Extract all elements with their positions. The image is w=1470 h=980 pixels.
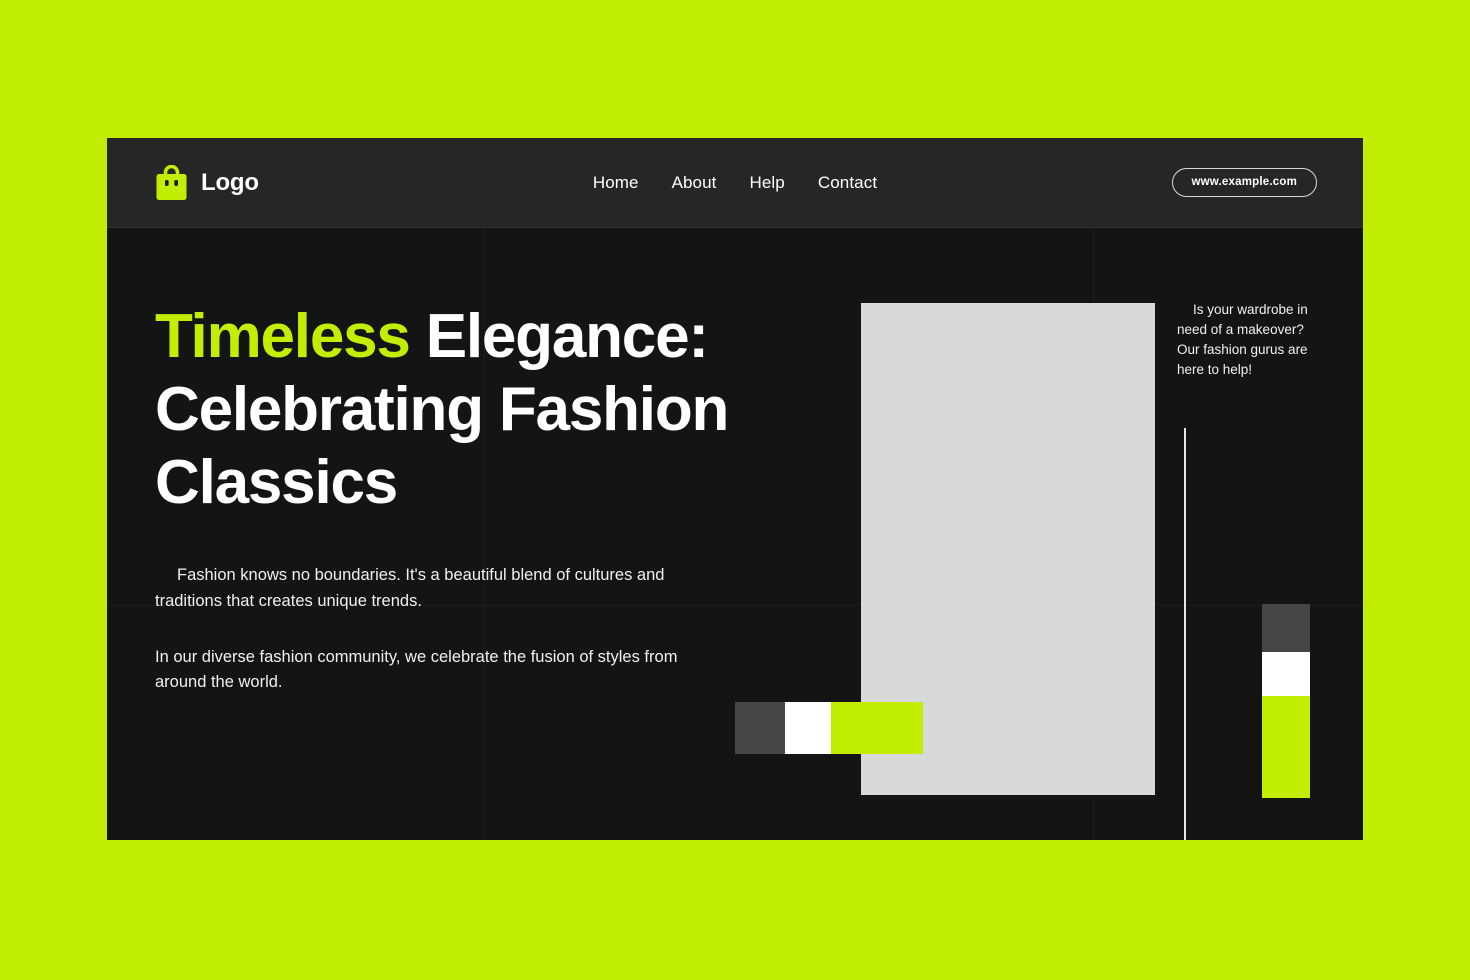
hero-paragraph-2: In our diverse fashion community, we cel…: [155, 647, 678, 692]
horizontal-swatch-bar: [735, 702, 923, 754]
swatch-green: [1262, 696, 1310, 798]
brand-name: Logo: [201, 168, 259, 196]
nav-item-contact[interactable]: Contact: [818, 173, 877, 193]
website-url-button[interactable]: www.example.com: [1171, 168, 1317, 197]
sidebar-note: Is your wardrobe in need of a makeover? …: [1177, 302, 1308, 377]
swatch-green: [831, 702, 923, 754]
swatch-white: [785, 702, 831, 754]
nav-item-help[interactable]: Help: [750, 173, 785, 193]
swatch-white: [1262, 652, 1310, 696]
page-title: Timeless Elegance: Celebrating Fashion C…: [155, 300, 775, 519]
brand-logo[interactable]: Logo: [155, 164, 259, 201]
hero-content: Timeless Elegance: Celebrating Fashion C…: [155, 300, 775, 696]
sidebar-divider: [1184, 428, 1186, 840]
vertical-swatch-bar: [1262, 604, 1310, 798]
shopping-bag-icon: [156, 164, 187, 200]
hero-paragraph-1: Fashion knows no boundaries. It's a beau…: [155, 566, 665, 611]
swatch-dark: [735, 702, 785, 754]
site-header: Logo Home About Help Contact www.example…: [107, 138, 1363, 228]
hero-panel: Logo Home About Help Contact www.example…: [107, 138, 1363, 840]
swatch-dark: [1262, 604, 1310, 652]
nav-item-about[interactable]: About: [672, 173, 717, 193]
nav-item-home[interactable]: Home: [593, 173, 639, 193]
headline-accent: Timeless: [155, 302, 411, 371]
